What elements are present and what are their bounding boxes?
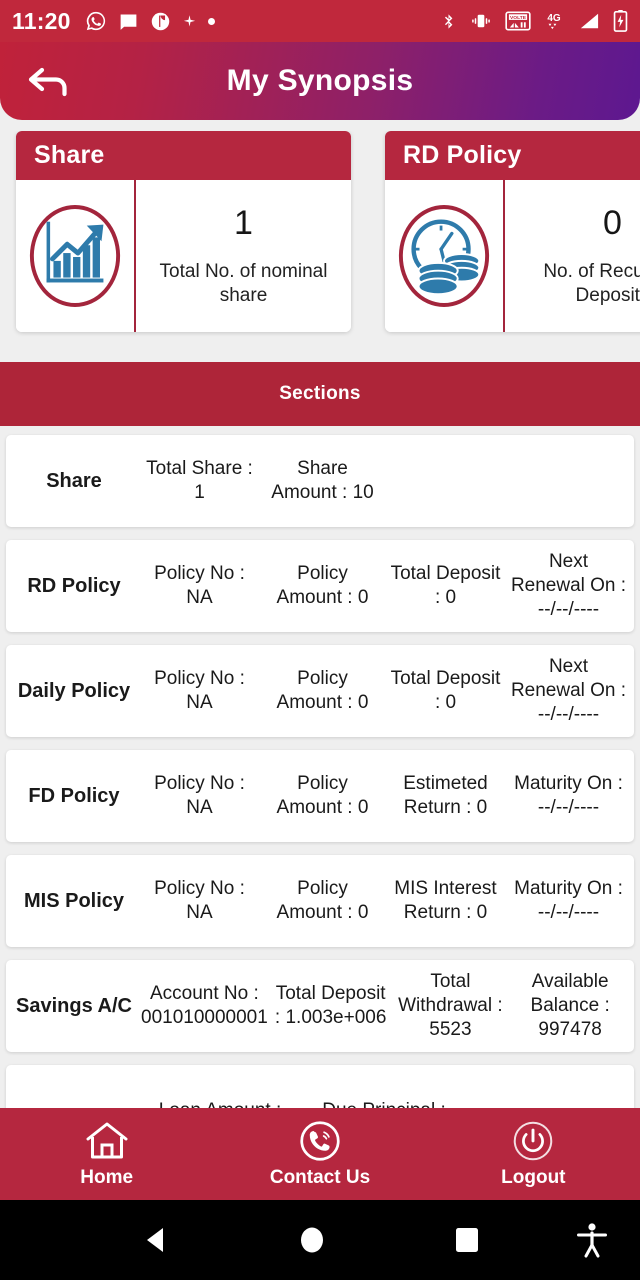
row-cell: Policy No : NA bbox=[154, 772, 245, 818]
row-cell: Estimeted Return : 0 bbox=[403, 772, 488, 818]
row-cell: Available Balance : 997478 bbox=[530, 970, 610, 1041]
table-row[interactable]: Savings A/C Account No : 001010000001 To… bbox=[6, 960, 634, 1052]
summary-card-label: Total No. of nominal share bbox=[159, 260, 328, 306]
summary-card-icon-box bbox=[385, 180, 505, 332]
sections-header-label: Sections bbox=[279, 383, 361, 404]
home-circle-icon bbox=[301, 1227, 323, 1253]
summary-card-title: Share bbox=[16, 131, 351, 180]
row-cell: Total Share : 1 bbox=[146, 457, 253, 503]
message-icon bbox=[120, 14, 136, 30]
bluetooth-icon bbox=[444, 13, 453, 29]
row-cell: Total Deposit : 0 bbox=[390, 562, 501, 608]
table-row[interactable]: MIS Policy Policy No : NA Policy Amount … bbox=[6, 855, 634, 947]
row-cell: Policy Amount : 0 bbox=[276, 667, 369, 713]
back-arrow-icon bbox=[28, 67, 67, 97]
whatsapp-icon bbox=[86, 11, 105, 31]
accessibility-icon bbox=[577, 1223, 608, 1258]
row-cell: Account No : 001010000001 bbox=[141, 982, 268, 1028]
system-accessibility-button[interactable] bbox=[544, 1222, 640, 1258]
svg-text:VOLTE: VOLTE bbox=[510, 15, 527, 21]
nav-item-label: Home bbox=[80, 1166, 134, 1188]
summary-cards-carousel[interactable]: Share 1 Total No. of nominal share RD Po… bbox=[0, 131, 640, 350]
status-bar-notification-icons bbox=[85, 10, 215, 32]
summary-card-icon-box bbox=[16, 180, 136, 332]
home-icon bbox=[86, 1122, 128, 1158]
row-cell: Total Withdrawal : 5523 bbox=[398, 970, 503, 1041]
svg-text:4G: 4G bbox=[547, 13, 561, 24]
volte-icon: VOLTE bbox=[505, 11, 531, 31]
row-cell: Due Principal : bbox=[302, 1099, 466, 1108]
summary-card-rd-policy[interactable]: RD Policy 0 No. of Recu Deposit bbox=[385, 131, 640, 332]
signal-icon bbox=[580, 13, 599, 29]
row-cell: Loan Amount : bbox=[138, 1099, 302, 1108]
row-cell: Next Renewal On : --/--/---- bbox=[510, 550, 627, 621]
system-back-button[interactable] bbox=[80, 1223, 235, 1257]
phone-call-icon bbox=[300, 1120, 340, 1161]
summary-card-value: 1 bbox=[234, 203, 253, 242]
row-cell: Total Deposit : 0 bbox=[390, 667, 501, 713]
system-recents-button[interactable] bbox=[389, 1223, 544, 1257]
app-notification-icon bbox=[151, 12, 169, 30]
row-cell: Maturity On : --/--/---- bbox=[514, 772, 623, 818]
table-row-partial[interactable]: Loan Amount : Due Principal : bbox=[6, 1065, 634, 1108]
recents-square-icon bbox=[455, 1228, 478, 1252]
battery-charging-icon bbox=[613, 10, 628, 32]
summary-card-value: 0 bbox=[603, 203, 622, 242]
back-button[interactable] bbox=[14, 61, 84, 101]
nav-item-label: Logout bbox=[501, 1166, 566, 1188]
table-row[interactable]: Daily Policy Policy No : NA Policy Amoun… bbox=[6, 645, 634, 737]
android-system-navigation bbox=[0, 1200, 640, 1280]
row-cell: Policy No : NA bbox=[154, 562, 245, 608]
table-row[interactable]: Share Total Share : 1 Share Amount : 10 bbox=[6, 435, 634, 527]
nav-item-home[interactable]: Home bbox=[0, 1120, 213, 1189]
app-header: My Synopsis bbox=[0, 42, 640, 120]
row-title: Savings A/C bbox=[16, 994, 132, 1017]
row-cell: Policy No : NA bbox=[154, 877, 245, 923]
row-cell: Total Deposit : 1.003e+006 bbox=[274, 982, 387, 1028]
row-title: Share bbox=[46, 469, 102, 492]
clock-coins-icon bbox=[398, 205, 490, 307]
row-cell: Policy No : NA bbox=[154, 667, 245, 713]
sections-header: Sections bbox=[0, 362, 640, 426]
summary-card-label: No. of Recurring Deposits bbox=[543, 260, 640, 306]
status-bar: 11:20 VOLTE 4G bbox=[0, 0, 640, 42]
4g-icon: 4G bbox=[547, 13, 561, 30]
row-title: RD Policy bbox=[27, 574, 121, 597]
growth-chart-icon bbox=[29, 205, 121, 307]
row-cell: Policy Amount : 0 bbox=[276, 772, 369, 818]
dot-icon bbox=[207, 17, 215, 25]
table-row[interactable]: RD Policy Policy No : NA Policy Amount :… bbox=[6, 540, 634, 632]
row-cell: Next Renewal On : --/--/---- bbox=[510, 655, 627, 726]
summary-card-title: RD Policy bbox=[385, 131, 640, 180]
nav-item-logout[interactable]: Logout bbox=[427, 1120, 640, 1189]
row-title: FD Policy bbox=[28, 784, 120, 807]
status-bar-system-icons: VOLTE 4G bbox=[440, 10, 628, 32]
sparkle-icon bbox=[183, 14, 195, 26]
row-title: MIS Policy bbox=[23, 889, 125, 912]
row-title: Daily Policy bbox=[17, 679, 131, 702]
row-cell: Policy Amount : 0 bbox=[276, 877, 369, 923]
status-bar-clock: 11:20 bbox=[12, 7, 71, 34]
row-cell: Share Amount : 10 bbox=[271, 457, 374, 503]
phone-screen: 11:20 VOLTE 4G My Synopsis Share 1 Total… bbox=[0, 0, 640, 1280]
row-cell: Policy Amount : 0 bbox=[276, 562, 369, 608]
table-row[interactable]: FD Policy Policy No : NA Policy Amount :… bbox=[6, 750, 634, 842]
row-cell: MIS Interest Return : 0 bbox=[394, 877, 497, 923]
back-triangle-icon bbox=[147, 1228, 164, 1252]
power-icon bbox=[514, 1121, 553, 1160]
system-home-button[interactable] bbox=[235, 1223, 390, 1257]
bottom-navigation: Home Contact Us Logout bbox=[0, 1108, 640, 1200]
page-title: My Synopsis bbox=[226, 64, 414, 97]
sections-list[interactable]: Share Total Share : 1 Share Amount : 10 … bbox=[0, 426, 640, 1108]
row-cell: Maturity On : --/--/---- bbox=[514, 877, 623, 923]
summary-card-share[interactable]: Share 1 Total No. of nominal share bbox=[16, 131, 351, 332]
nav-item-label: Contact Us bbox=[269, 1166, 371, 1188]
nav-item-contact-us[interactable]: Contact Us bbox=[213, 1120, 426, 1189]
vibrate-icon bbox=[472, 14, 490, 28]
